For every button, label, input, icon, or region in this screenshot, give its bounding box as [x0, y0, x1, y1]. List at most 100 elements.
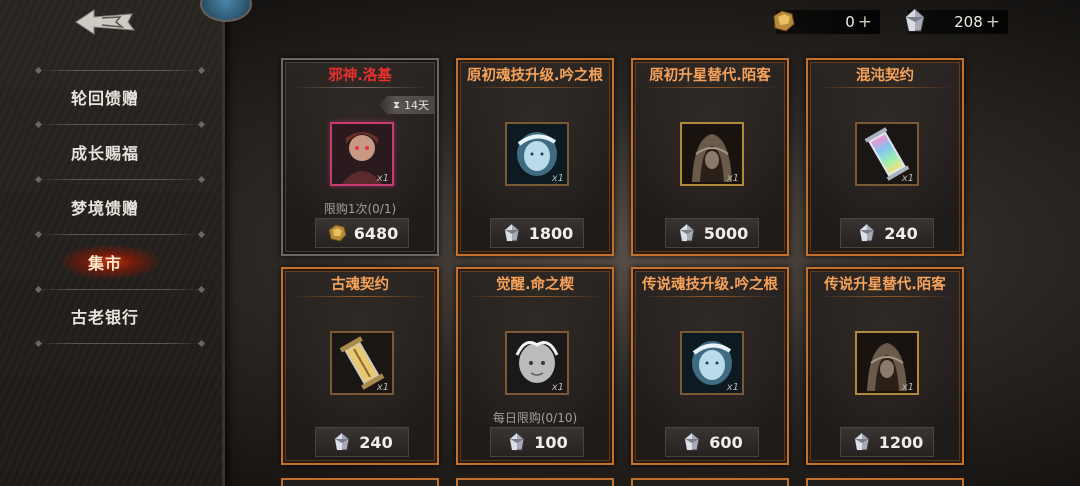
nav-divider: [40, 289, 200, 290]
item-title: 古魂契约: [331, 277, 389, 293]
shop-card[interactable]: 传说升星替代.陌客 x1 1200: [806, 267, 964, 465]
buy-button[interactable]: 5000: [665, 218, 759, 248]
crystal-icon: [684, 432, 700, 451]
sidebar-item-ancient-bank[interactable]: 古老银行: [0, 296, 210, 336]
item-quantity: x1: [376, 382, 389, 393]
sidebar-item-growth-blessing[interactable]: 成长赐福: [0, 132, 210, 172]
back-arrow-icon: [75, 9, 136, 35]
item-quantity: x1: [551, 382, 564, 393]
item-title: 原初魂技升级.吟之根: [466, 68, 603, 84]
sidebar-item-dream-gift[interactable]: 梦境馈赠: [0, 187, 210, 227]
item-icon-frame[interactable]: x1: [680, 122, 744, 186]
crystal-icon: [334, 432, 350, 451]
shop-card-partial[interactable]: [456, 478, 614, 486]
item-icon-frame[interactable]: x1: [680, 331, 744, 395]
crystal-icon: [509, 432, 525, 451]
timer-text: 14天: [404, 99, 429, 112]
buy-button[interactable]: 1200: [840, 427, 934, 457]
item-quantity: x1: [376, 173, 389, 184]
item-icon-frame[interactable]: x1: [505, 331, 569, 395]
item-title: 觉醒.命之楔: [495, 277, 574, 293]
sidebar-item-rebirth-gift[interactable]: 轮回馈赠: [0, 77, 210, 117]
item-quantity: x1: [726, 173, 739, 184]
item-title: 混沌契约: [856, 68, 914, 84]
crystal-icon: [854, 432, 870, 451]
shop-screen: 轮回馈赠 成长赐福 梦境馈赠 集市 古老银行 0 + 208 + 邪神.洛基 ⧗…: [0, 0, 1080, 486]
title-divider: [641, 296, 779, 297]
item-icon-frame[interactable]: x1: [855, 122, 919, 186]
gold-amount: 0: [845, 13, 855, 31]
item-title: 传说升星替代.陌客: [824, 277, 946, 293]
shop-card[interactable]: 传说魂技升级.吟之根 x1 600: [631, 267, 789, 465]
gold-nugget-icon: [773, 10, 795, 32]
item-icon-frame[interactable]: x1: [330, 331, 394, 395]
item-quantity: x1: [726, 382, 739, 393]
item-price: 1200: [878, 432, 924, 452]
crystal-icon: [905, 8, 925, 32]
sidebar-item-label: 成长赐福: [70, 144, 139, 163]
timer-badge: ⧗ 14天: [379, 96, 435, 114]
item-quantity: x1: [901, 382, 914, 393]
shop-card[interactable]: 原初升星替代.陌客 x1 5000: [631, 58, 789, 256]
item-title: 传说魂技升级.吟之根: [641, 277, 778, 293]
title-divider: [291, 296, 429, 297]
item-icon-frame[interactable]: x1: [505, 122, 569, 186]
item-price: 6480: [353, 223, 399, 243]
shop-card-partial[interactable]: [631, 478, 789, 486]
crystal-icon: [679, 223, 695, 242]
gold-nugget-icon: [328, 224, 347, 242]
sidebar-item-label: 梦境馈赠: [70, 199, 139, 218]
shop-card[interactable]: 原初魂技升级.吟之根 x1 1800: [456, 58, 614, 256]
buy-button[interactable]: 240: [315, 427, 409, 457]
crystal-amount: 208: [954, 13, 983, 31]
add-gold-button[interactable]: +: [858, 12, 872, 32]
item-title: 邪神.洛基: [328, 68, 392, 84]
nav-divider: [40, 234, 200, 235]
nav-divider: [40, 124, 200, 125]
sidebar-item-label: 轮回馈赠: [70, 89, 139, 108]
title-divider: [816, 296, 954, 297]
item-icon-frame[interactable]: x1: [330, 122, 394, 186]
shop-card[interactable]: 邪神.洛基 ⧗ 14天 x1 限购1次(0/1) 6480: [281, 58, 439, 256]
gold-currency-display[interactable]: 0 +: [773, 10, 880, 34]
item-price: 1800: [528, 223, 574, 243]
item-title: 原初升星替代.陌客: [649, 68, 771, 84]
buy-button[interactable]: 240: [840, 218, 934, 248]
item-price: 600: [709, 432, 743, 452]
sidebar-item-label: 集市: [87, 254, 122, 273]
buy-button[interactable]: 600: [665, 427, 759, 457]
item-price: 5000: [703, 223, 749, 243]
purchase-limit: 每日限购(0/10): [492, 411, 578, 425]
sidebar-item-market[interactable]: 集市: [0, 242, 210, 282]
nav-divider: [40, 70, 200, 71]
hourglass-icon: ⧗: [392, 99, 400, 111]
item-quantity: x1: [901, 173, 914, 184]
add-crystal-button[interactable]: +: [986, 12, 1000, 32]
sidebar: 轮回馈赠 成长赐福 梦境馈赠 集市 古老银行: [0, 0, 225, 486]
crystal-currency-display[interactable]: 208 +: [905, 8, 1008, 34]
nav-divider: [40, 343, 200, 344]
item-price: 240: [884, 223, 918, 243]
shop-card[interactable]: 古魂契约 x1 240: [281, 267, 439, 465]
shop-card-partial[interactable]: [281, 478, 439, 486]
buy-button[interactable]: 100: [490, 427, 584, 457]
shop-card[interactable]: 混沌契约 x1 240: [806, 58, 964, 256]
title-divider: [291, 87, 429, 88]
shop-card[interactable]: 觉醒.命之楔 x1 每日限购(0/10) 100: [456, 267, 614, 465]
sidebar-item-label: 古老银行: [70, 308, 139, 327]
item-price: 240: [359, 432, 393, 452]
item-icon-frame[interactable]: x1: [855, 331, 919, 395]
shop-card-partial[interactable]: [806, 478, 964, 486]
title-divider: [466, 87, 604, 88]
title-divider: [641, 87, 779, 88]
buy-button[interactable]: 1800: [490, 218, 584, 248]
purchase-limit: 限购1次(0/1): [323, 202, 397, 216]
crystal-icon: [859, 223, 875, 242]
buy-button[interactable]: 6480: [315, 218, 409, 248]
nav-divider: [40, 179, 200, 180]
item-price: 100: [534, 432, 568, 452]
crystal-icon: [504, 223, 520, 242]
title-divider: [466, 296, 604, 297]
back-button[interactable]: [72, 6, 138, 38]
title-divider: [816, 87, 954, 88]
